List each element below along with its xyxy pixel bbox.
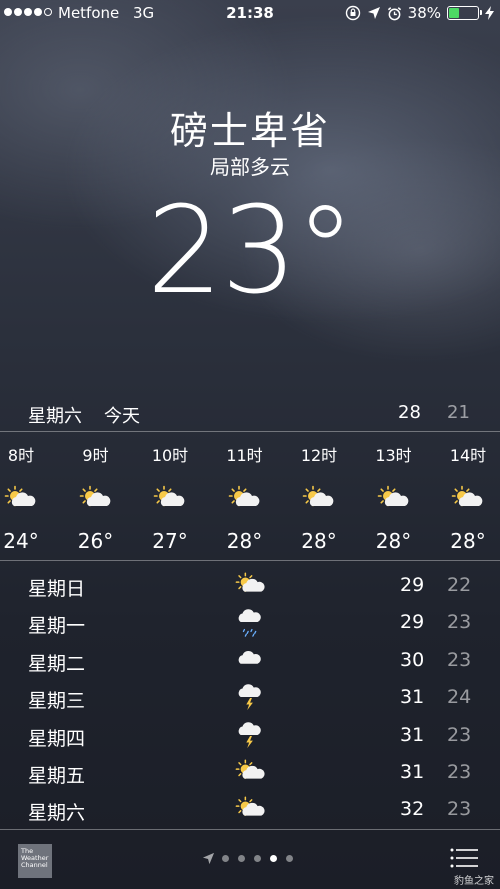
daily-row: 星期三 31 24 — [0, 678, 500, 716]
hourly-item: 10时 27° — [133, 442, 207, 553]
partly-sunny-icon — [235, 572, 265, 592]
daily-high: 31 — [400, 761, 425, 783]
daily-low: 23 — [447, 798, 472, 821]
rain-cloud-icon — [238, 609, 261, 638]
partly-sunny-icon — [451, 485, 483, 507]
daily-low: 23 — [447, 723, 472, 746]
daily-row: 星期六 32 23 — [0, 790, 500, 828]
partly-sunny-icon — [153, 485, 185, 507]
charging-bolt-icon — [485, 6, 494, 20]
hourly-time: 14时 — [449, 446, 487, 465]
page-dot[interactable] — [222, 855, 229, 862]
location-arrow-icon — [367, 7, 380, 19]
page-dot[interactable] — [238, 855, 245, 862]
daily-high: 30 — [400, 648, 425, 671]
hourly-item: 14时 28° — [431, 442, 500, 553]
partly-sunny-icon — [377, 485, 408, 507]
today-high: 28 — [398, 402, 421, 423]
hourly-item: 9时 26° — [59, 442, 133, 553]
location-arrow-icon — [202, 852, 215, 865]
bottom-toolbar: The Weather Channel 豹鱼之家 — [0, 830, 500, 889]
partly-sunny-icon — [79, 485, 110, 507]
battery-icon — [447, 6, 482, 20]
divider — [0, 560, 500, 561]
hourly-temp: 24° — [3, 529, 39, 553]
daily-row: 星期四 31 23 — [0, 716, 500, 754]
city-list-icon[interactable] — [450, 848, 478, 868]
daily-row: 星期五 31 23 — [0, 753, 500, 791]
today-summary-row: 星期六 今天 28 21 — [0, 399, 500, 429]
page-dot[interactable] — [270, 855, 277, 862]
hourly-item: 8时 24° — [0, 442, 58, 553]
daily-low: 23 — [447, 611, 472, 634]
daily-high: 31 — [400, 686, 425, 709]
watermark: 豹鱼之家 — [454, 876, 494, 887]
hourly-item: 12时 28° — [282, 442, 356, 553]
hourly-temp: 28° — [450, 529, 486, 553]
hourly-item: 11时 28° — [208, 442, 282, 553]
hourly-item: 13时 28° — [357, 442, 431, 553]
hourly-time: 13时 — [375, 446, 412, 465]
status-right-icons: 38% — [345, 4, 494, 22]
hourly-time: 10时 — [151, 446, 189, 465]
partly-sunny-icon — [235, 759, 265, 779]
daily-low: 24 — [447, 686, 472, 709]
hourly-temp: 26° — [77, 529, 114, 553]
daily-day: 星期五 — [28, 765, 86, 787]
current-temperature: 23° — [146, 182, 356, 321]
partly-sunny-icon — [302, 485, 334, 507]
page-dot[interactable] — [254, 855, 261, 862]
alarm-clock-icon — [387, 6, 401, 20]
hourly-temp: 28° — [375, 529, 412, 553]
page-indicator[interactable] — [202, 852, 293, 865]
daily-day: 星期三 — [28, 690, 86, 713]
city-name: 磅士卑省 — [169, 109, 330, 153]
thunderstorm-icon — [238, 684, 261, 711]
daily-high: 29 — [400, 611, 425, 634]
hourly-time: 11时 — [226, 446, 263, 465]
daily-day: 星期四 — [28, 727, 86, 750]
daily-row: 星期二 30 23 — [0, 641, 500, 679]
status-bar: Metfone 3G 21:38 38% — [0, 0, 500, 28]
partly-sunny-icon — [228, 485, 259, 507]
daily-day: 星期六 — [28, 802, 86, 825]
daily-day: 星期二 — [28, 652, 86, 675]
weather-condition: 局部多云 — [210, 155, 290, 179]
hourly-time: 9时 — [82, 446, 109, 465]
today-label: 今天 — [104, 406, 140, 427]
daily-high: 32 — [400, 798, 425, 821]
daily-day: 星期一 — [28, 615, 86, 638]
daily-day: 星期日 — [28, 578, 86, 600]
weather-channel-logo[interactable]: The Weather Channel — [18, 844, 52, 878]
daily-low: 22 — [447, 574, 472, 596]
divider — [0, 431, 500, 432]
page-dot[interactable] — [286, 855, 293, 862]
daily-high: 31 — [400, 723, 425, 746]
partly-sunny-icon — [235, 796, 265, 817]
daily-row: 星期日 29 22 — [0, 566, 500, 604]
battery-percent: 38% — [407, 4, 441, 22]
partly-sunny-icon — [4, 485, 36, 507]
daily-high: 29 — [400, 574, 425, 596]
daily-low: 23 — [447, 648, 472, 671]
hourly-temp: 28° — [301, 529, 337, 553]
hourly-temp: 27° — [152, 529, 188, 553]
daily-row: 星期一 29 23 — [0, 603, 500, 641]
hourly-time: 12时 — [300, 446, 338, 465]
hourly-time: 8时 — [7, 446, 35, 465]
cloud-icon — [238, 650, 261, 664]
today-day: 星期六 — [28, 406, 82, 427]
today-low: 21 — [447, 402, 470, 423]
thunderstorm-icon — [238, 721, 261, 748]
daily-low: 23 — [447, 761, 472, 783]
rotation-lock-icon — [345, 5, 360, 21]
hourly-temp: 28° — [226, 529, 263, 553]
